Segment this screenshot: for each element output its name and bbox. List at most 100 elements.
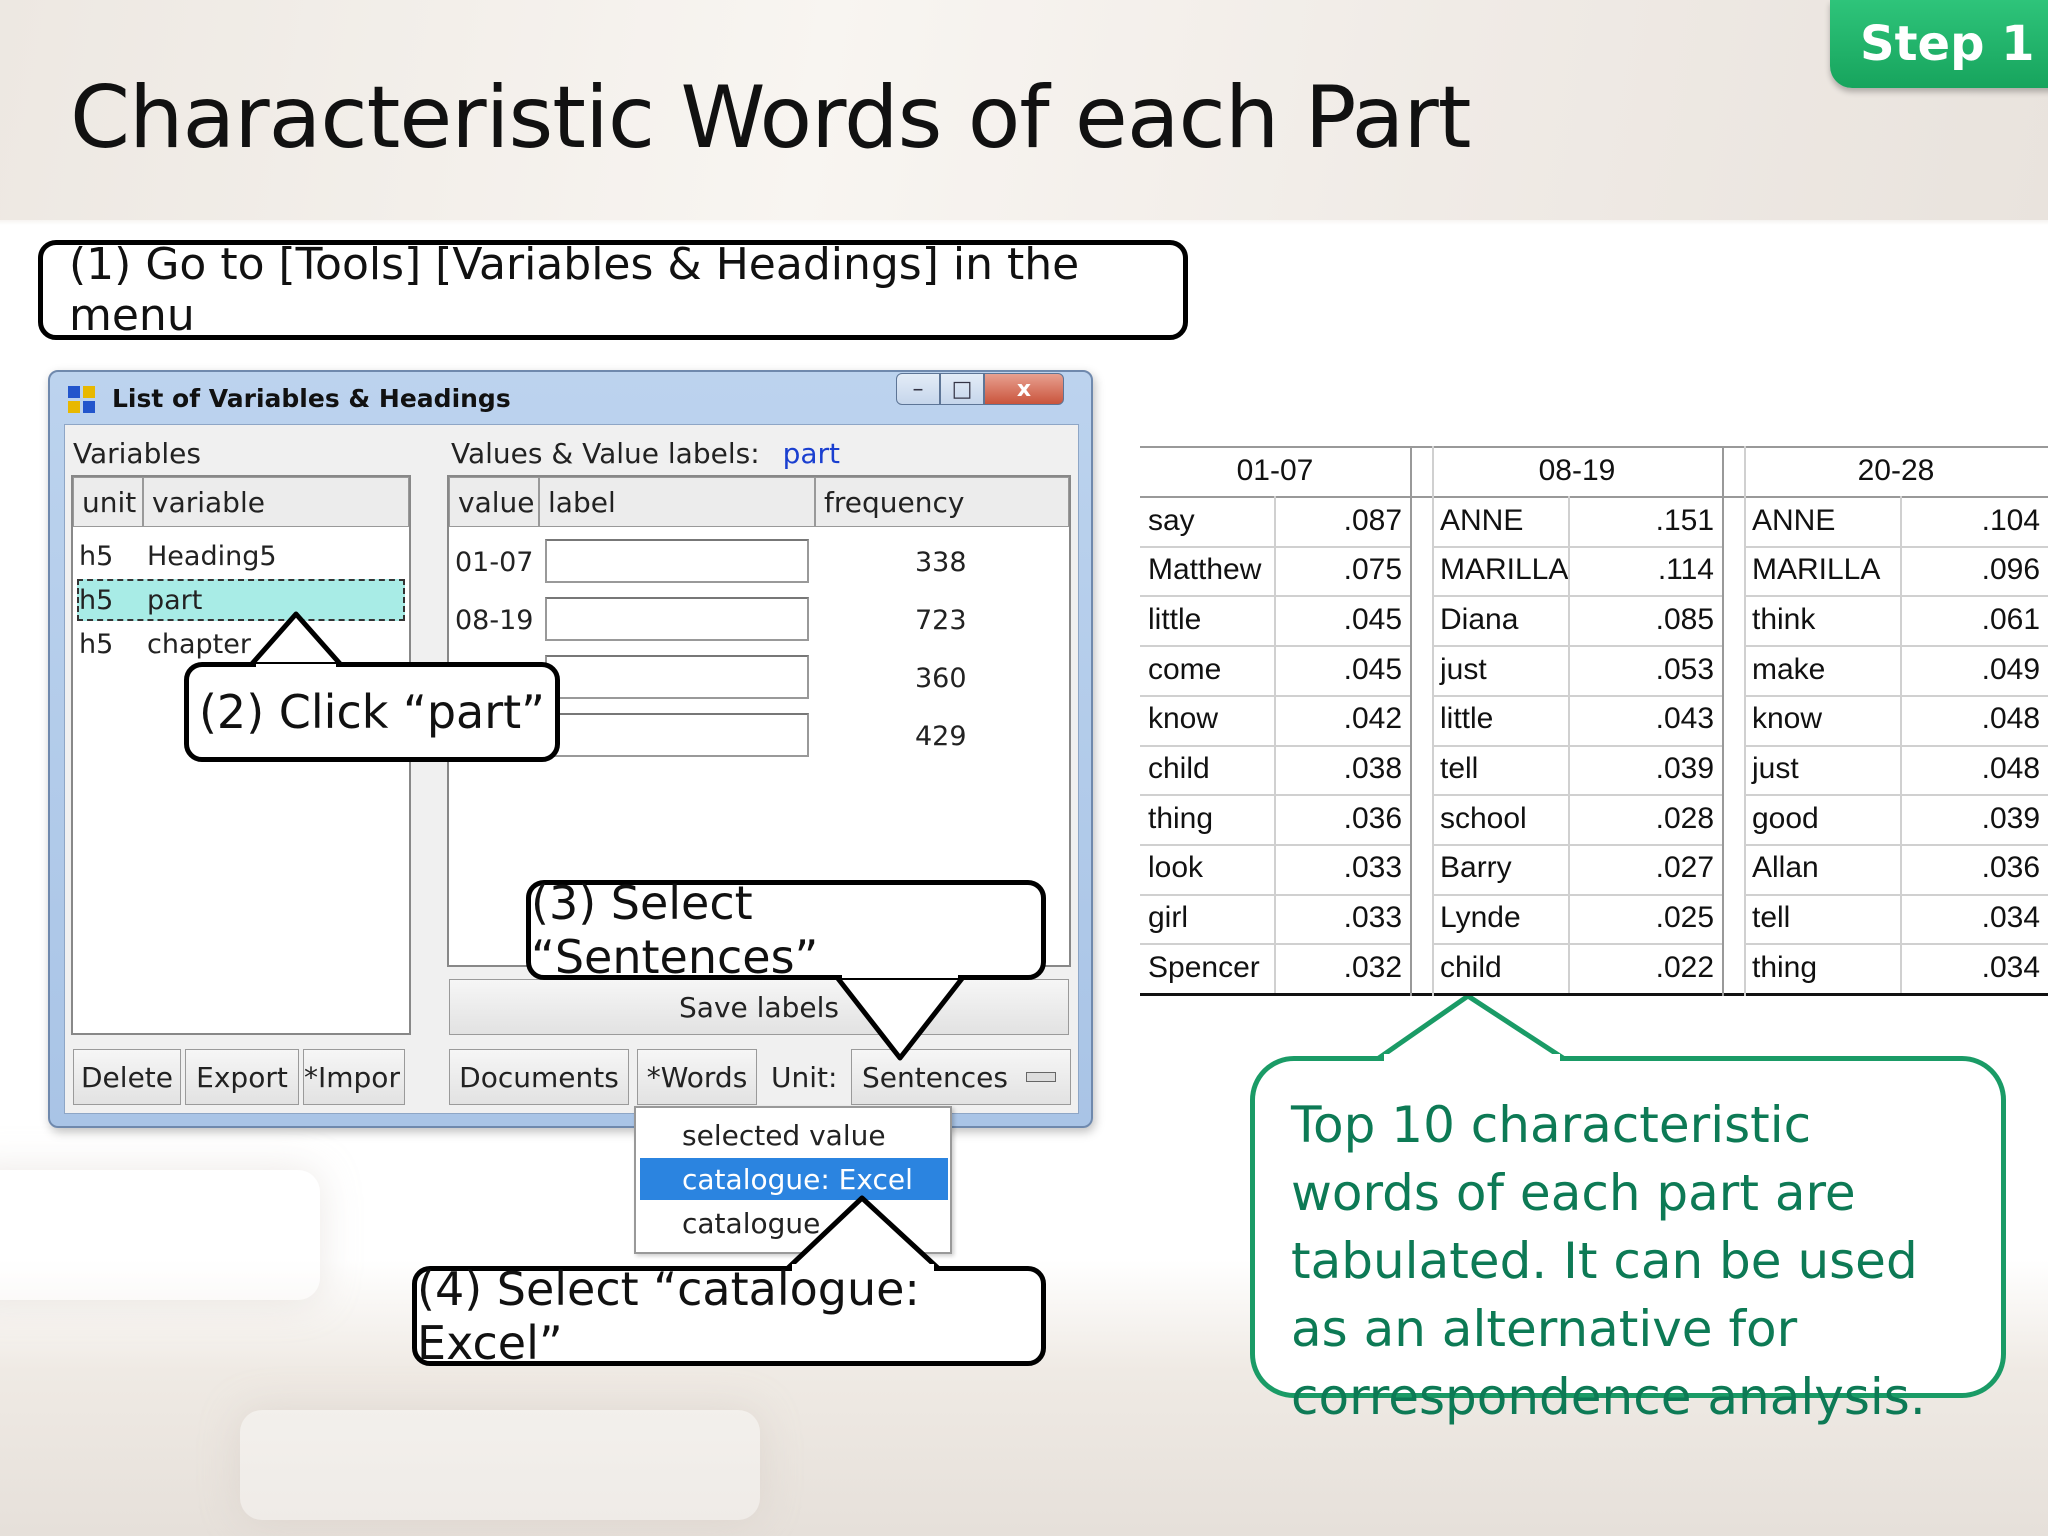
table-word-cell: know bbox=[1148, 702, 1219, 736]
table-row-divider bbox=[1432, 943, 1722, 946]
instruction-callout-4: (4) Select “catalogue: Excel” bbox=[412, 1262, 1046, 1370]
pointer-joint bbox=[256, 664, 336, 672]
table-score-cell: .027 bbox=[1655, 851, 1714, 885]
table-word-cell: MARILLA bbox=[1440, 553, 1569, 587]
table-column-divider bbox=[1722, 446, 1724, 996]
table-word-cell: little bbox=[1148, 602, 1202, 636]
table-row-divider bbox=[1744, 595, 2048, 598]
instruction-text-4: (4) Select “catalogue: Excel” bbox=[417, 1262, 920, 1370]
table-score-cell: .038 bbox=[1343, 752, 1402, 785]
table-column-divider bbox=[1900, 496, 1902, 993]
table-score-cell: .045 bbox=[1343, 602, 1402, 636]
table-row-divider bbox=[1744, 794, 2048, 797]
table-score-cell: .061 bbox=[1981, 602, 2040, 636]
table-word-cell: know bbox=[1752, 702, 1823, 736]
table-word-cell: child bbox=[1440, 950, 1502, 984]
callout-4-pointer bbox=[783, 1195, 943, 1273]
table-score-cell: .048 bbox=[1981, 752, 2040, 785]
instruction-text-2: (2) Click “part” bbox=[198, 685, 545, 739]
table-word-cell: MARILLA bbox=[1752, 553, 1881, 587]
table-word-cell: tell bbox=[1752, 901, 1791, 935]
table-row-divider bbox=[1432, 545, 1722, 548]
table-score-cell: .039 bbox=[1655, 752, 1714, 785]
table-row-divider bbox=[1432, 694, 1722, 697]
table-word-cell: good bbox=[1752, 801, 1819, 835]
callout-5-pointer bbox=[1373, 993, 1569, 1063]
table-word-cell: think bbox=[1752, 602, 1816, 636]
table-word-cell: Diana bbox=[1440, 602, 1519, 636]
table-word-cell: thing bbox=[1148, 801, 1214, 835]
table-score-cell: .022 bbox=[1655, 950, 1714, 984]
table-row-divider bbox=[1744, 645, 2048, 648]
table-border bbox=[1140, 993, 2048, 996]
table-score-cell: .104 bbox=[1981, 503, 2040, 537]
table-score-cell: .087 bbox=[1343, 503, 1402, 537]
table-score-cell: .034 bbox=[1981, 950, 2040, 984]
table-row-divider bbox=[1744, 545, 2048, 548]
table-score-cell: .045 bbox=[1343, 652, 1402, 686]
table-header-part: 20-28 bbox=[1857, 454, 1935, 487]
table-row-divider bbox=[1744, 694, 2048, 697]
table-score-cell: .033 bbox=[1343, 901, 1402, 935]
table-word-cell: child bbox=[1148, 752, 1210, 785]
table-score-cell: .028 bbox=[1655, 801, 1714, 835]
table-word-cell: tell bbox=[1440, 752, 1479, 785]
table-score-cell: .039 bbox=[1981, 801, 2040, 835]
table-word-cell: Barry bbox=[1440, 851, 1512, 885]
instruction-callout-2: (2) Click “part” bbox=[184, 662, 560, 762]
table-row-divider bbox=[1432, 843, 1722, 846]
summary-callout: Top 10 characteristic words of each part… bbox=[1250, 1056, 2006, 1426]
pointer-joint bbox=[1384, 1054, 1560, 1062]
pointer-joint bbox=[792, 1264, 934, 1272]
table-word-cell: Lynde bbox=[1440, 901, 1521, 935]
table-word-cell: come bbox=[1148, 652, 1222, 686]
table-score-cell: .075 bbox=[1343, 553, 1402, 587]
table-header-part: 08-19 bbox=[1538, 454, 1616, 487]
table-word-cell: just bbox=[1440, 652, 1487, 686]
table-score-cell: .025 bbox=[1655, 901, 1714, 935]
table-score-cell: .036 bbox=[1343, 801, 1402, 835]
table-word-cell: look bbox=[1148, 851, 1204, 885]
table-word-cell: school bbox=[1440, 801, 1527, 835]
table-column-divider bbox=[1744, 446, 1746, 996]
table-word-cell: ANNE bbox=[1440, 503, 1524, 537]
table-score-cell: .096 bbox=[1981, 553, 2040, 587]
table-row-divider bbox=[1432, 645, 1722, 648]
table-word-cell: make bbox=[1752, 652, 1826, 686]
table-row-divider bbox=[1432, 794, 1722, 797]
table-row-divider bbox=[1432, 893, 1722, 896]
table-word-cell: Matthew bbox=[1148, 553, 1262, 587]
table-score-cell: .085 bbox=[1655, 602, 1714, 636]
table-score-cell: .032 bbox=[1343, 950, 1402, 984]
table-score-cell: .033 bbox=[1343, 851, 1402, 885]
table-score-cell: .053 bbox=[1655, 652, 1714, 686]
table-row-divider bbox=[1744, 843, 2048, 846]
table-score-cell: .043 bbox=[1655, 702, 1714, 736]
characteristic-words-table: 01-07 08-19 20-28 say .087 ANNE .151 ANNE .10… bbox=[1140, 446, 2048, 996]
table-score-cell: .049 bbox=[1981, 652, 2040, 686]
table-row-divider bbox=[1432, 744, 1722, 747]
table-row-divider bbox=[1744, 744, 2048, 747]
table-word-cell: Spencer bbox=[1148, 950, 1260, 984]
table-column-divider bbox=[1410, 446, 1412, 996]
table-word-cell: girl bbox=[1148, 901, 1189, 935]
table-row-divider bbox=[1744, 893, 2048, 896]
callout-3-pointer bbox=[833, 973, 967, 1061]
table-row-divider bbox=[1744, 943, 2048, 946]
table-word-cell: Allan bbox=[1752, 851, 1819, 885]
table-header-part: 01-07 bbox=[1236, 454, 1314, 487]
table-column-divider bbox=[1432, 446, 1434, 996]
table-word-cell: little bbox=[1440, 702, 1494, 736]
callout-2-pointer bbox=[247, 611, 345, 669]
table-score-cell: .036 bbox=[1981, 851, 2040, 885]
table-score-cell: .114 bbox=[1657, 553, 1714, 587]
table-word-cell: thing bbox=[1752, 950, 1818, 984]
table-word-cell: just bbox=[1752, 752, 1799, 785]
table-word-cell: say bbox=[1148, 503, 1195, 537]
table-score-cell: .042 bbox=[1343, 702, 1402, 736]
table-score-cell: .048 bbox=[1981, 702, 2040, 736]
table-column-divider bbox=[1568, 496, 1570, 993]
summary-text: Top 10 characteristic words of each part… bbox=[1291, 1096, 1926, 1426]
table-score-cell: .151 bbox=[1655, 503, 1714, 537]
instruction-callout-3: (3) Select “Sentences” bbox=[526, 876, 1046, 984]
